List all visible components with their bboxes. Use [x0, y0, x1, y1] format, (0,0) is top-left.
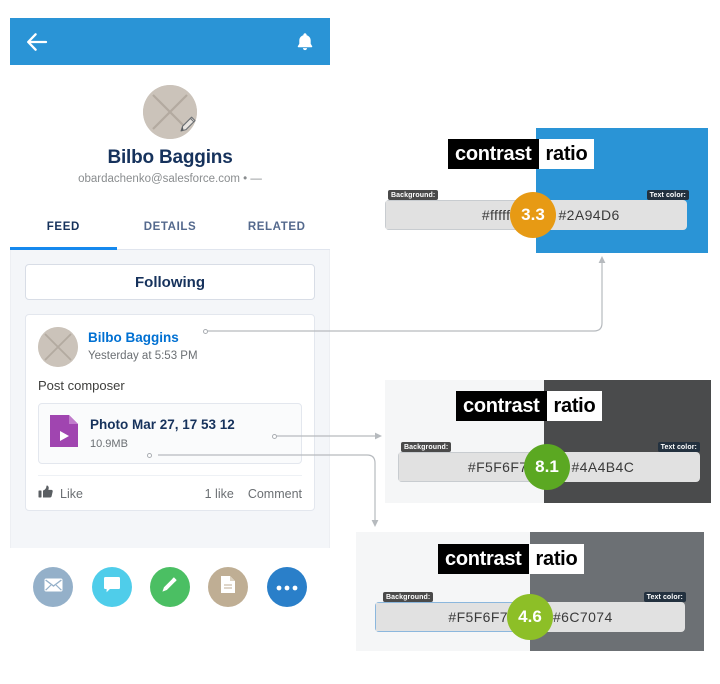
edit-action-button[interactable] — [149, 567, 190, 607]
contrast-panel-blue: contrast ratio Background: Text color: #… — [382, 128, 708, 253]
text-color-value[interactable]: #2A94D6 — [536, 200, 687, 230]
like-button[interactable]: Like — [38, 485, 83, 502]
heading-word-contrast: contrast — [456, 391, 547, 421]
background-field-label: Background: — [401, 442, 452, 452]
text-color-value[interactable]: #4A4B4C — [549, 452, 700, 482]
ratio-badge: 8.1 — [524, 444, 570, 490]
anchor-dot-attachment — [272, 433, 277, 439]
attachment-size: 10.9MB — [90, 437, 128, 450]
comment-button[interactable]: Comment — [248, 487, 302, 501]
screenshot-root: Bilbo Baggins obardachenko@salesforce.co… — [0, 0, 720, 684]
text-color-field-label: Text color: — [643, 592, 686, 602]
app-header-bar — [10, 18, 330, 65]
following-button[interactable]: Following — [25, 264, 315, 300]
contrast-ratio-heading: contrast ratio — [448, 139, 595, 169]
heading-word-contrast: contrast — [448, 139, 539, 169]
anchor-dot-author — [203, 328, 208, 334]
ellipsis-icon — [276, 578, 298, 596]
post-author-name[interactable]: Bilbo Baggins — [88, 330, 179, 347]
post-timestamp: Yesterday at 5:53 PM — [88, 350, 198, 362]
background-field-label: Background: — [383, 592, 434, 602]
file-action-button[interactable] — [208, 567, 249, 607]
page-title: Bilbo Baggins — [107, 147, 233, 168]
heading-word-ratio: ratio — [546, 391, 603, 421]
post-header: Bilbo Baggins Yesterday at 5:53 PM — [38, 327, 302, 367]
contrast-panel-dark: contrast ratio Background: Text color: #… — [385, 380, 711, 503]
tab-feed[interactable]: FEED — [10, 204, 117, 250]
text-color-field-label: Text color: — [646, 190, 689, 200]
post-author-avatar[interactable] — [38, 327, 78, 367]
heading-word-contrast: contrast — [438, 544, 529, 574]
speech-bubble-icon — [103, 576, 121, 598]
feed-panel: Following Bilbo Baggins Yesterday at 5:5… — [10, 250, 330, 548]
contrast-ratio-heading: contrast ratio — [456, 391, 603, 421]
ratio-badge: 4.6 — [507, 594, 553, 640]
heading-word-ratio: ratio — [528, 544, 585, 574]
envelope-icon — [44, 578, 63, 597]
notification-bell-icon[interactable] — [296, 32, 314, 52]
tab-related[interactable]: RELATED — [223, 204, 330, 249]
text-color-value[interactable]: #6C7074 — [531, 602, 685, 632]
back-arrow-icon[interactable] — [26, 32, 48, 51]
document-icon — [220, 575, 236, 599]
profile-header: Bilbo Baggins obardachenko@salesforce.co… — [10, 65, 330, 185]
pencil-icon — [160, 575, 179, 599]
contrast-ratio-heading: contrast ratio — [438, 544, 585, 574]
video-file-icon — [49, 414, 79, 453]
like-count: 1 like — [204, 486, 234, 501]
mobile-app-mockup: Bilbo Baggins obardachenko@salesforce.co… — [10, 18, 330, 607]
tab-bar: FEED DETAILS RELATED — [10, 204, 330, 250]
pencil-edit-icon[interactable] — [177, 113, 199, 140]
quick-action-bar — [10, 558, 330, 616]
tab-details[interactable]: DETAILS — [117, 204, 224, 249]
profile-subtitle: obardachenko@salesforce.com • — — [78, 173, 262, 185]
avatar[interactable] — [143, 85, 197, 139]
email-action-button[interactable] — [33, 567, 74, 607]
post-action-row: Like 1 like Comment — [38, 475, 302, 502]
chat-action-button[interactable] — [91, 567, 132, 607]
post-attachment[interactable]: Photo Mar 27, 17 53 12 10.9MB — [38, 403, 302, 464]
feed-post-card: Bilbo Baggins Yesterday at 5:53 PM Post … — [25, 314, 315, 511]
heading-word-ratio: ratio — [538, 139, 595, 169]
ratio-badge: 3.3 — [510, 192, 556, 238]
background-field-label: Background: — [388, 190, 439, 200]
thumbs-up-icon — [38, 485, 53, 502]
post-body-text: Post composer — [38, 378, 125, 393]
like-label: Like — [60, 486, 83, 501]
anchor-dot-size — [147, 452, 152, 458]
contrast-panel-gray: contrast ratio Background: Text color: #… — [356, 532, 704, 651]
more-action-button[interactable] — [266, 567, 307, 607]
attachment-title: Photo Mar 27, 17 53 12 — [90, 416, 235, 432]
text-color-field-label: Text color: — [657, 442, 700, 452]
